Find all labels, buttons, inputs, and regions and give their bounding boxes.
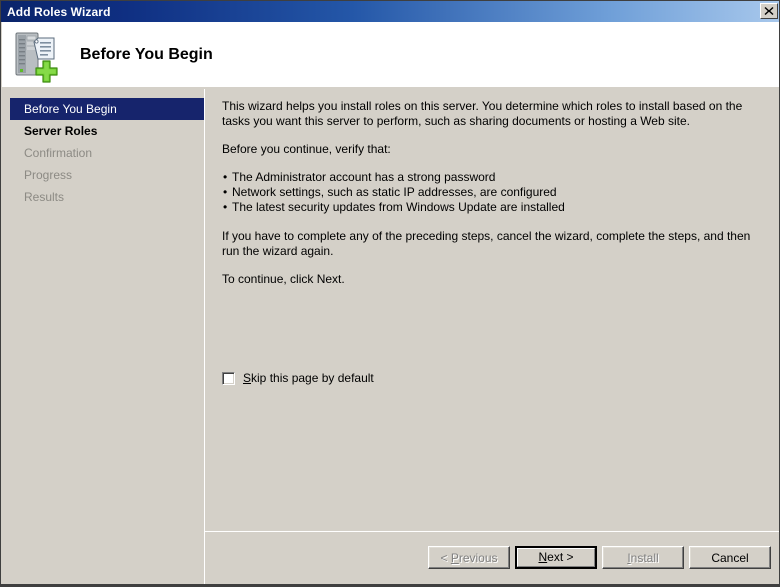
next-button-accel: N [538, 550, 548, 564]
next-button-suffix: ext > [547, 550, 574, 564]
next-button[interactable]: Next > [515, 546, 597, 569]
sidebar-item-progress: Progress [24, 168, 73, 182]
previous-button-suffix: revious [458, 550, 498, 565]
add-roles-wizard-window: Add Roles Wizard Before You Begin Before… [0, 0, 780, 587]
continue-note-paragraph: To continue, click Next. [222, 272, 345, 286]
skip-page-label-rest: kip this page by default [251, 371, 374, 385]
skip-page-checkbox-row[interactable]: Skip this page by default [222, 371, 374, 385]
window-title: Add Roles Wizard [7, 4, 111, 19]
skip-page-label[interactable]: Skip this page by default [243, 371, 374, 385]
previous-button[interactable]: < Previous [428, 546, 510, 569]
install-button-suffix: nstall [630, 550, 659, 565]
verify-heading: Before you continue, verify that: [222, 142, 391, 156]
verify-checklist: The Administrator account has a strong p… [222, 170, 762, 215]
title-bar: Add Roles Wizard [1, 1, 779, 22]
previous-button-prefix: < [440, 550, 451, 565]
content-pane: This wizard helps you install roles on t… [205, 89, 779, 531]
intro-paragraph: This wizard helps you install roles on t… [222, 99, 743, 128]
list-item: The latest security updates from Windows… [222, 200, 762, 215]
page-title: Before You Begin [80, 45, 213, 63]
server-add-role-icon [10, 27, 66, 83]
list-item: The Administrator account has a strong p… [222, 170, 762, 185]
wizard-step-list: Before You Begin Server Roles Confirmati… [2, 89, 205, 584]
sidebar-item-results: Results [24, 190, 65, 204]
skip-page-accel: S [243, 371, 252, 385]
sidebar-item-server-roles[interactable]: Server Roles [10, 120, 205, 142]
cancel-button-label: Cancel [711, 550, 749, 565]
previous-button-accel: P [450, 550, 459, 565]
cancel-button[interactable]: Cancel [689, 546, 771, 569]
header-banner: Before You Begin [2, 22, 779, 87]
skip-page-checkbox[interactable] [222, 371, 235, 385]
sidebar-item-before-you-begin[interactable]: Before You Begin [10, 98, 205, 120]
close-icon[interactable] [760, 3, 778, 19]
list-item: Network settings, such as static IP addr… [222, 185, 762, 200]
footer-button-bar: < Previous Next > Install Cancel [205, 532, 779, 584]
sidebar-item-confirmation: Confirmation [24, 146, 93, 160]
cancel-note-paragraph: If you have to complete any of the prece… [222, 229, 751, 258]
install-button[interactable]: Install [602, 546, 684, 569]
